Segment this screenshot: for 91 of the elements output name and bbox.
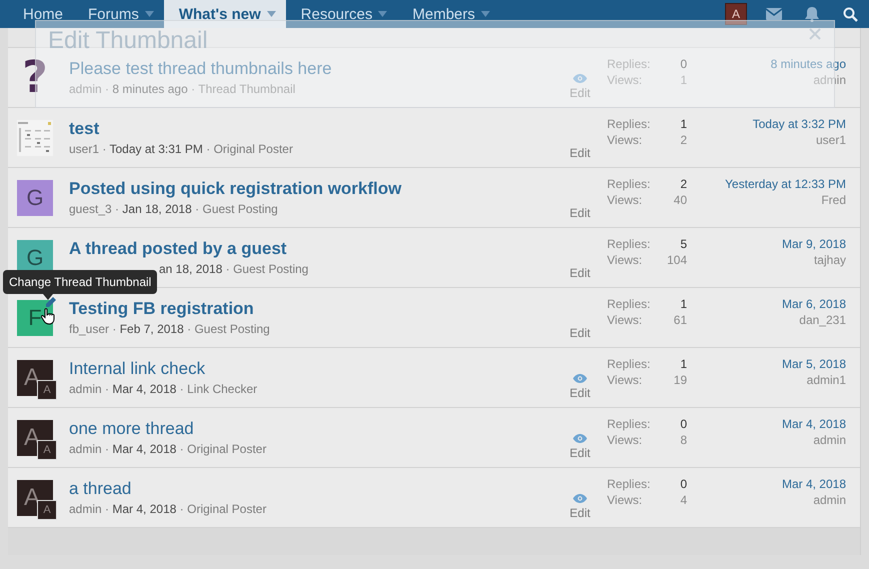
replies-count: 5: [679, 237, 687, 251]
thread-meta: admin · Mar 4, 2018 · Link Checker: [69, 382, 258, 396]
last-post-date[interactable]: Yesterday at 12:33 PM: [687, 177, 846, 191]
thread-meta: guest_3 · Jan 18, 2018 · Guest Posting: [69, 202, 279, 216]
thread-title[interactable]: test: [69, 119, 565, 139]
views-count: 4: [680, 493, 687, 507]
user-avatar[interactable]: A: [725, 3, 747, 25]
edit-link[interactable]: Edit: [570, 446, 590, 460]
edit-link[interactable]: Edit: [570, 506, 590, 520]
last-post-date[interactable]: Mar 5, 2018: [687, 357, 846, 371]
last-post-date[interactable]: Mar 6, 2018: [687, 297, 846, 311]
thread-meta: fb_user · Feb 7, 2018 · Guest Posting: [69, 322, 271, 336]
replies-label: Replies:: [607, 477, 652, 491]
edit-link[interactable]: Edit: [570, 386, 590, 400]
nav-tab[interactable]: What's new: [164, 0, 286, 28]
thread-meta: admin · Mar 4, 2018 · Original Poster: [69, 502, 268, 516]
nav-tab[interactable]: Forums: [73, 0, 164, 28]
replies-count: 0: [680, 417, 687, 431]
thread-title[interactable]: a thread: [69, 479, 565, 499]
last-post-date[interactable]: 8 minutes ago: [687, 57, 846, 71]
last-poster-name[interactable]: Fred: [687, 193, 846, 207]
question-mark-avatar[interactable]: ?: [17, 60, 53, 96]
thread-title[interactable]: one more thread: [69, 419, 565, 439]
last-poster-name[interactable]: admin: [687, 433, 846, 447]
replies-count: 1: [680, 117, 687, 131]
eye-icon[interactable]: [573, 494, 587, 502]
caret-icon[interactable]: [144, 11, 154, 17]
replies-count: 0: [680, 477, 687, 491]
replies-count: 1: [679, 297, 687, 311]
nav-tab[interactable]: Resources: [286, 0, 398, 28]
edit-link[interactable]: Edit: [570, 206, 590, 220]
last-post-date[interactable]: Mar 4, 2018: [687, 417, 846, 431]
replies-label: Replies:: [607, 417, 652, 431]
replies-count: 2: [679, 177, 687, 191]
replies-label: Replies:: [607, 357, 652, 371]
thread-title[interactable]: Testing FB registration: [69, 299, 565, 319]
edit-link[interactable]: Edit: [570, 326, 590, 340]
thread-meta: admin · 8 minutes ago · Thread Thumbnail: [69, 82, 296, 96]
screenshot-thumbnail[interactable]: [17, 120, 53, 156]
thread-title[interactable]: Internal link check: [69, 359, 565, 379]
thread-meta: user1 · Today at 3:31 PM · Original Poster: [69, 142, 294, 156]
eye-icon[interactable]: [573, 434, 587, 442]
eye-icon[interactable]: [573, 74, 587, 82]
replies-label: Replies:: [607, 237, 652, 251]
last-post-date[interactable]: Mar 9, 2018: [687, 237, 846, 251]
last-poster-name[interactable]: user1: [687, 133, 846, 147]
search-icon[interactable]: [842, 6, 858, 22]
replies-label: Replies:: [607, 297, 652, 311]
letter-avatar[interactable]: G: [17, 180, 53, 216]
caret-icon[interactable]: [266, 11, 276, 17]
views-label: Views:: [607, 493, 644, 507]
dialog-title: Edit Thumbnail: [48, 27, 208, 55]
views-count: 19: [674, 373, 687, 387]
replies-count: 1: [679, 357, 687, 371]
tooltip-arrow: [43, 294, 53, 300]
hand-cursor-icon: [41, 308, 55, 324]
views-count: 104: [666, 253, 687, 267]
caret-icon[interactable]: [481, 11, 490, 17]
thread-meta: an 18, 2018 · Guest Posting: [159, 262, 308, 276]
views-label: Views:: [607, 433, 644, 447]
replies-count: 0: [680, 57, 687, 71]
views-label: Views:: [607, 313, 644, 327]
views-count: 2: [680, 133, 687, 147]
last-poster-name[interactable]: tajhay: [687, 253, 846, 267]
last-post-date[interactable]: Mar 4, 2018: [687, 477, 846, 491]
views-count: 8: [680, 433, 687, 447]
thread-title[interactable]: Please test thread thumbnails here: [69, 59, 565, 79]
last-poster-name[interactable]: admin1: [687, 373, 846, 387]
close-icon[interactable]: [808, 27, 822, 41]
edit-link[interactable]: Edit: [570, 146, 590, 160]
views-count: 40: [674, 193, 687, 207]
last-post-date[interactable]: Today at 3:32 PM: [687, 117, 846, 131]
nav-tab[interactable]: Members: [397, 0, 500, 28]
eye-icon[interactable]: [573, 374, 587, 382]
last-poster-name[interactable]: admin: [687, 493, 846, 507]
bell-icon[interactable]: [805, 6, 819, 22]
thread-title[interactable]: A thread posted by a guest: [69, 239, 565, 259]
last-poster-name[interactable]: dan_231: [687, 313, 846, 327]
envelope-icon[interactable]: [766, 8, 782, 20]
replies-label: Replies:: [607, 117, 652, 131]
nav-tab[interactable]: Home: [8, 0, 74, 28]
replies-label: Replies:: [607, 177, 652, 191]
views-label: Views:: [607, 253, 644, 267]
thread-title[interactable]: Posted using quick registration workflow: [69, 179, 565, 199]
views-label: Views:: [607, 133, 644, 147]
views-count: 61: [674, 313, 687, 327]
views-label: Views:: [607, 373, 644, 387]
thread-meta: admin · Mar 4, 2018 · Original Poster: [69, 442, 268, 456]
edit-link[interactable]: Edit: [570, 266, 590, 280]
caret-icon[interactable]: [378, 11, 388, 17]
views-label: Views:: [607, 193, 644, 207]
